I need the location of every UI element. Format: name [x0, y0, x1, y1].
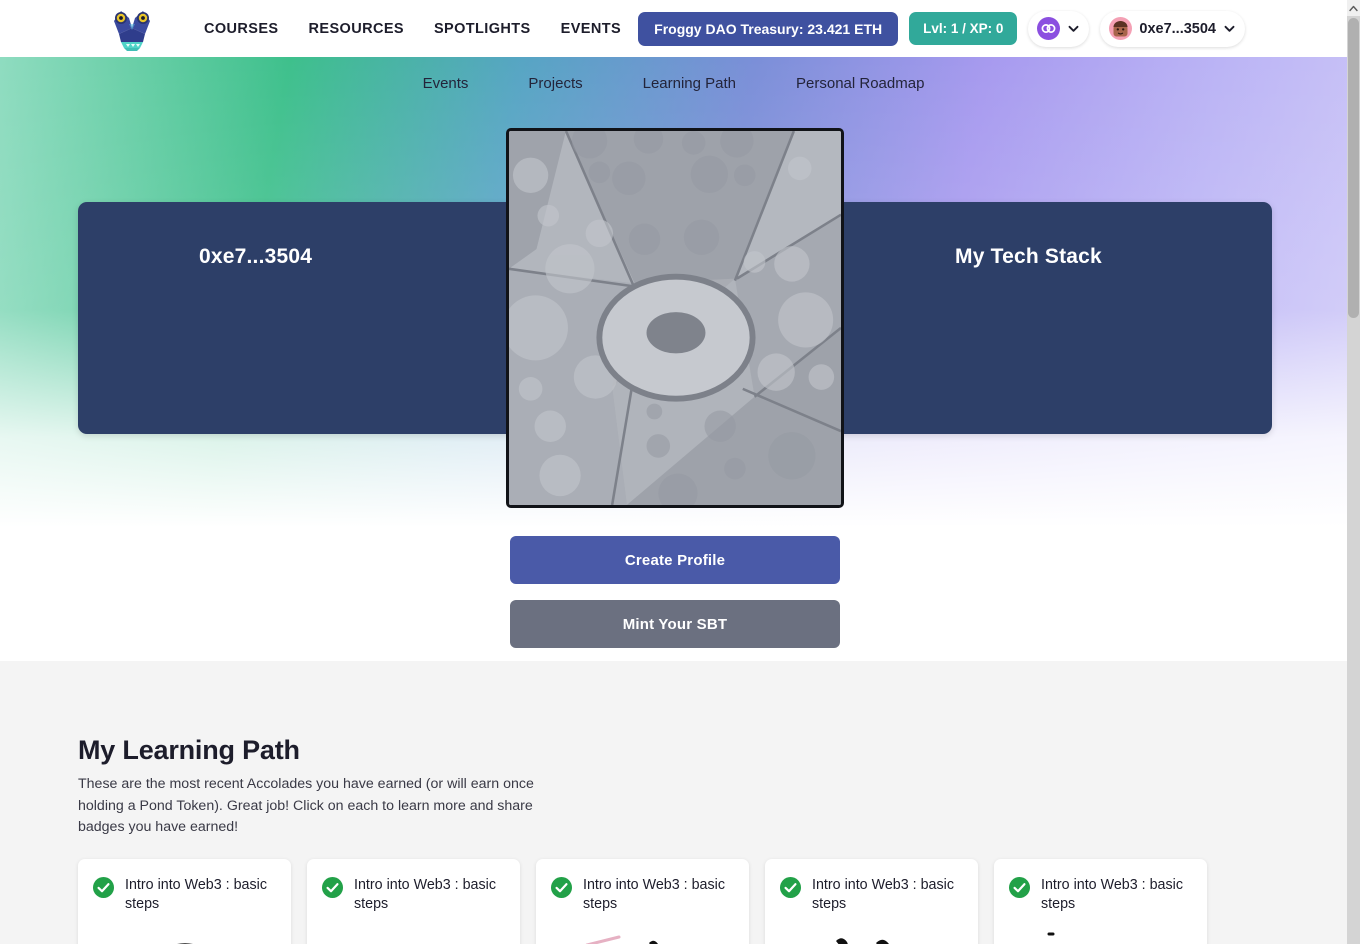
chevron-down-icon: [1067, 22, 1080, 35]
subnav-item-personal-roadmap[interactable]: Personal Roadmap: [766, 67, 954, 100]
learning-path-section: My Learning Path These are the most rece…: [0, 661, 1347, 944]
profile-address-title: 0xe7...3504: [199, 245, 313, 268]
nav-item-events[interactable]: EVENTS: [546, 15, 636, 43]
accolade-card-label: Intro into Web3 : basic steps: [125, 877, 267, 912]
wave-dots-art: [994, 927, 1207, 944]
accolade-card-header: Intro into Web3 : basic steps: [551, 876, 734, 913]
primary-nav: COURSES RESOURCES SPOTLIGHTS EVENTS: [189, 15, 636, 43]
avatar-placeholder-image[interactable]: [506, 128, 844, 508]
check-circle-icon: [93, 877, 114, 898]
user-avatar-icon: [1109, 17, 1133, 40]
vertical-scrollbar[interactable]: [1347, 0, 1360, 944]
check-circle-icon: [1009, 877, 1030, 898]
check-circle-icon: [780, 877, 801, 898]
chevron-down-icon: [1223, 22, 1236, 35]
face-arc-art: [307, 927, 520, 944]
accolade-card-header: Intro into Web3 : basic steps: [780, 876, 963, 913]
header-actions: Froggy DAO Treasury: 23.421 ETH Lvl: 1 /…: [638, 10, 1245, 47]
accolade-card-label: Intro into Web3 : basic steps: [812, 877, 954, 912]
site-header: COURSES RESOURCES SPOTLIGHTS EVENTS Frog…: [0, 0, 1347, 57]
accolade-card-header: Intro into Web3 : basic steps: [322, 876, 505, 913]
accolade-card[interactable]: Intro into Web3 : basic steps: [994, 859, 1207, 944]
accolade-card-label: Intro into Web3 : basic steps: [354, 877, 496, 912]
scroll-up-arrow-icon[interactable]: [1347, 0, 1360, 16]
pink-scribble-art: [536, 927, 749, 944]
network-selector[interactable]: [1028, 10, 1090, 47]
create-profile-button[interactable]: Create Profile: [510, 536, 840, 584]
chain-link-icon: [1037, 17, 1061, 40]
accolade-card[interactable]: Intro into Web3 : basic steps: [307, 859, 520, 944]
subnav-item-events[interactable]: Events: [393, 67, 499, 100]
nav-item-spotlights[interactable]: SPOTLIGHTS: [419, 15, 546, 43]
accolade-card-header: Intro into Web3 : basic steps: [93, 876, 276, 913]
nav-item-courses[interactable]: COURSES: [189, 15, 294, 43]
page-root: COURSES RESOURCES SPOTLIGHTS EVENTS Frog…: [0, 0, 1360, 944]
accolade-card-label: Intro into Web3 : basic steps: [583, 877, 725, 912]
level-xp-badge[interactable]: Lvl: 1 / XP: 0: [909, 12, 1018, 45]
treasury-badge[interactable]: Froggy DAO Treasury: 23.421 ETH: [638, 11, 899, 46]
scrollbar-thumb[interactable]: [1348, 18, 1359, 318]
subnav-item-learning-path[interactable]: Learning Path: [613, 67, 766, 100]
secondary-nav: Events Projects Learning Path Personal R…: [0, 57, 1347, 110]
accolade-card-label: Intro into Web3 : basic steps: [1041, 877, 1183, 912]
mint-sbt-button[interactable]: Mint Your SBT: [510, 600, 840, 648]
eye-arc-art: [78, 927, 291, 944]
accolade-card[interactable]: Intro into Web3 : basic steps: [765, 859, 978, 944]
wallet-address-label: 0xe7...3504: [1139, 20, 1216, 37]
learning-path-description: These are the most recent Accolades you …: [78, 776, 534, 835]
check-circle-icon: [551, 877, 572, 898]
clock-sketch-art: [765, 927, 978, 944]
check-circle-icon: [322, 877, 343, 898]
accolade-card-header: Intro into Web3 : basic steps: [1009, 876, 1192, 913]
accolade-card-list: Intro into Web3 : basic steps Intro into…: [78, 859, 1207, 944]
tech-stack-panel-title: My Tech Stack: [955, 245, 1102, 268]
froggy-logo-icon[interactable]: [107, 4, 157, 54]
page-title: My Learning Path: [78, 735, 300, 765]
subnav-item-projects[interactable]: Projects: [498, 67, 612, 100]
wallet-address-chip[interactable]: 0xe7...3504: [1100, 10, 1245, 47]
accolade-card[interactable]: Intro into Web3 : basic steps: [536, 859, 749, 944]
nav-item-resources[interactable]: RESOURCES: [294, 15, 419, 43]
accolade-card[interactable]: Intro into Web3 : basic steps: [78, 859, 291, 944]
